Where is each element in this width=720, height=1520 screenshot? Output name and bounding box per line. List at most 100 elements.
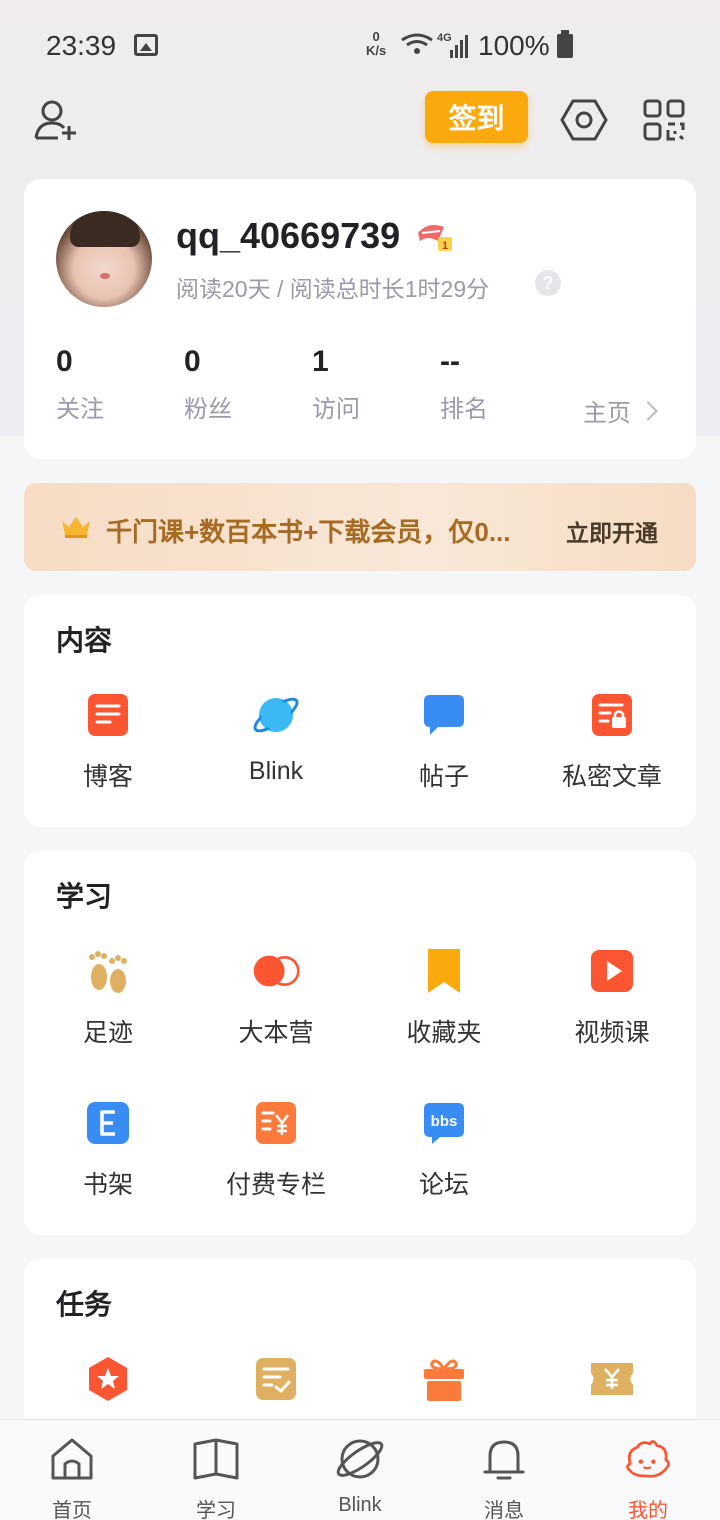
grid-label: 足迹 [82, 1019, 133, 1047]
bookshelf-icon [87, 1102, 129, 1144]
stat-label: 关注 [56, 396, 104, 423]
grid-label: 付费专栏 [225, 1171, 326, 1199]
home-icon [51, 1438, 93, 1480]
avatar[interactable] [56, 211, 152, 307]
profile-card: qq_40669739 1 阅读20天 / 阅读总时长1时29分 ? 0 关注 … [24, 179, 696, 459]
planet-icon [336, 1439, 384, 1479]
svg-text:bbs: bbs [431, 1113, 458, 1130]
star-badge-icon [89, 1357, 127, 1401]
reading-info: 阅读20天 / 阅读总时长1时29分 [176, 276, 490, 302]
checkin-button[interactable]: 签到 [425, 91, 528, 143]
tab-study[interactable]: 学习 [144, 1420, 288, 1520]
grid-item-favorites[interactable]: 收藏夹 [360, 947, 528, 1049]
homepage-label: 主页 [583, 400, 631, 427]
chevron-right-icon [638, 400, 658, 421]
grid-item-blink[interactable]: Blink [192, 691, 360, 786]
stat-label: 排名 [440, 396, 488, 423]
footprint-icon [89, 951, 127, 993]
grid-label: 书架 [82, 1171, 133, 1199]
status-bar: 23:39 0 K/s 4G 100% [0, 0, 720, 90]
crown-icon [62, 517, 90, 538]
help-icon[interactable]: ? [535, 270, 561, 296]
section-title: 学习 [56, 881, 113, 912]
tab-label: Blink [338, 1494, 382, 1516]
mascot-icon [626, 1440, 670, 1478]
task-item[interactable] [24, 1355, 192, 1403]
stat-value: 0 [184, 345, 201, 378]
grid-item-posts[interactable]: 帖子 [360, 691, 528, 793]
svg-text:1: 1 [442, 240, 448, 252]
bell-icon [483, 1440, 525, 1480]
grid-item-forum[interactable]: bbs 论坛 [360, 1099, 528, 1201]
bottom-tab-bar: 首页 学习 Blink 消息 我的 [0, 1419, 720, 1520]
section-title: 任务 [56, 1289, 113, 1320]
image-notification-icon [134, 34, 158, 56]
grid-item-blog[interactable]: 博客 [24, 691, 192, 793]
add-user-icon[interactable] [32, 96, 80, 144]
study-section: 学习 足迹 大本营 收藏夹 视频课 书架 付费专栏 bbs 论坛 [24, 851, 696, 1235]
top-action-bar: 签到 [0, 90, 720, 150]
tab-label: 学习 [196, 1500, 236, 1520]
grid-item-paid-columns[interactable]: 付费专栏 [192, 1099, 360, 1201]
network-type: 4G [437, 32, 452, 44]
task-item[interactable] [360, 1355, 528, 1403]
content-section: 内容 博客 Blink 帖子 私密文章 [24, 595, 696, 827]
grid-item-bookshelf[interactable]: 书架 [24, 1099, 192, 1201]
grid-item-private-articles[interactable]: 私密文章 [528, 691, 696, 793]
video-icon [591, 950, 633, 992]
task-list-icon [256, 1358, 296, 1400]
level-badge-icon: 1 [418, 225, 452, 252]
planet-icon [253, 697, 299, 733]
grid-label: 收藏夹 [406, 1019, 482, 1047]
grid-label: 私密文章 [561, 763, 662, 791]
settings-icon[interactable] [560, 96, 608, 144]
stat-followers[interactable]: 0 粉丝 [184, 345, 232, 424]
status-time: 23:39 [46, 30, 117, 61]
task-item[interactable] [192, 1355, 360, 1403]
camp-icon [253, 955, 300, 987]
grid-label: 大本营 [238, 1019, 314, 1047]
stat-value: 0 [56, 345, 73, 378]
tab-blink[interactable]: Blink [288, 1420, 432, 1520]
tab-label: 首页 [52, 1500, 92, 1520]
task-item[interactable] [528, 1355, 696, 1403]
stat-label: 访问 [312, 396, 360, 423]
gift-icon [424, 1359, 464, 1401]
tab-label: 我的 [628, 1500, 668, 1520]
tab-messages[interactable]: 消息 [432, 1420, 576, 1520]
stat-label: 粉丝 [184, 396, 232, 423]
network-speed-unit: K/s [366, 43, 387, 58]
grid-label: 论坛 [418, 1171, 469, 1199]
grid-label: 帖子 [418, 763, 469, 791]
vip-promo-text: 千门课+数百本书+下载会员，仅0... [106, 517, 511, 547]
tab-label: 消息 [484, 1500, 524, 1520]
vip-open-button[interactable]: 立即开通 [566, 514, 658, 548]
private-article-icon [592, 694, 632, 736]
section-title: 内容 [56, 625, 113, 656]
wifi-signal-icon: 4G [401, 32, 468, 58]
vip-banner[interactable]: 千门课+数百本书+下载会员，仅0... 立即开通 [24, 483, 696, 571]
bookmark-icon [428, 949, 460, 993]
blog-icon [88, 694, 128, 736]
stat-rank[interactable]: -- 排名 [440, 345, 488, 424]
username: qq_40669739 [176, 215, 401, 256]
chat-bubble-icon [424, 695, 464, 735]
network-speed-value: 0 [372, 29, 380, 44]
qr-code-icon[interactable] [642, 98, 686, 142]
paid-column-icon [256, 1102, 296, 1144]
stat-value: 1 [312, 345, 329, 378]
tab-mine[interactable]: 我的 [576, 1420, 720, 1520]
stat-visits[interactable]: 1 访问 [312, 345, 360, 424]
grid-item-footprint[interactable]: 足迹 [24, 947, 192, 1049]
grid-item-camp[interactable]: 大本营 [192, 947, 360, 1049]
tab-home[interactable]: 首页 [0, 1420, 144, 1520]
book-icon [193, 1438, 239, 1480]
battery-percent: 100% [478, 30, 550, 61]
stat-value: -- [440, 345, 460, 378]
grid-item-video-courses[interactable]: 视频课 [528, 947, 696, 1049]
stat-following[interactable]: 0 关注 [56, 345, 104, 424]
forum-icon: bbs [424, 1103, 464, 1144]
grid-label: Blink [248, 757, 304, 785]
coupon-icon [591, 1363, 633, 1395]
homepage-link[interactable]: 主页 [583, 393, 658, 428]
